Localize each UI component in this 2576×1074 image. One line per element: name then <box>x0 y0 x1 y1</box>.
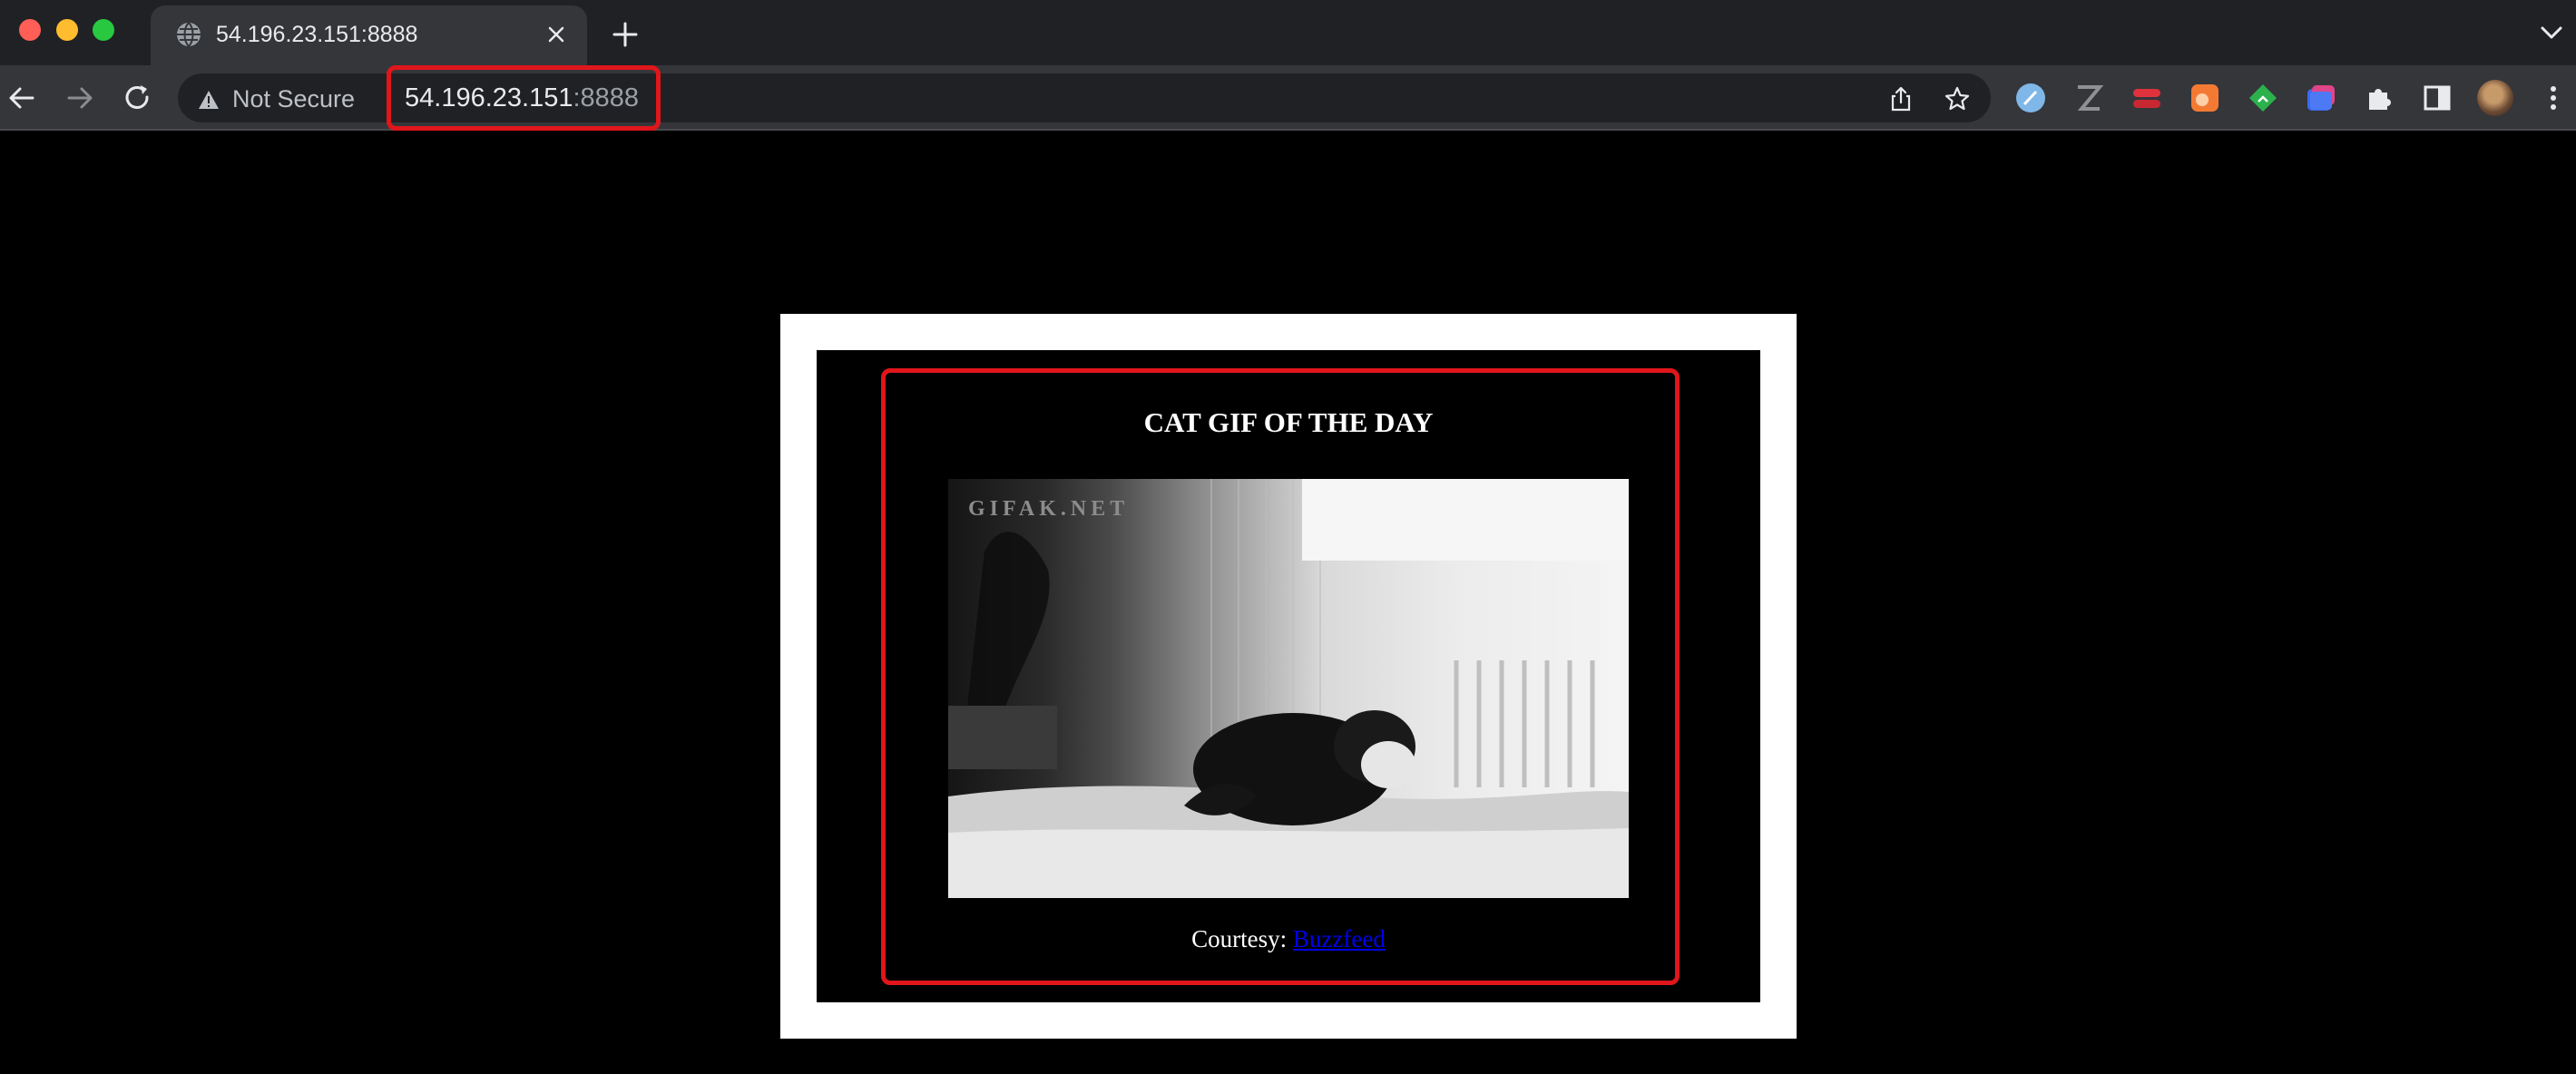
star-bookmark-icon[interactable] <box>1944 85 1971 112</box>
not-secure-label: Not Secure <box>232 85 356 112</box>
close-tab-icon[interactable] <box>543 21 570 48</box>
browser-tab[interactable]: 54.196.23.151:8888 <box>151 5 587 65</box>
sidebar-icon[interactable] <box>2421 82 2454 114</box>
feedly-extension-icon[interactable] <box>2247 82 2279 114</box>
page-frame: CAT GIF OF THE DAY GIFAK.NET Courtesy: B… <box>780 314 1797 1039</box>
profile-avatar[interactable] <box>2477 80 2513 116</box>
share-icon[interactable] <box>1887 85 1915 112</box>
puzzle-icon[interactable] <box>2363 82 2395 114</box>
more-menu-icon[interactable] <box>2537 82 2570 114</box>
maximize-window-button[interactable] <box>93 19 114 41</box>
content-highlight-box <box>881 368 1680 985</box>
forward-arrow-icon[interactable] <box>64 82 96 114</box>
reload-icon[interactable] <box>122 82 154 114</box>
orange-extension-icon[interactable] <box>2189 82 2221 114</box>
globe-icon <box>177 22 201 47</box>
url-highlight-box <box>387 65 661 131</box>
browser-title-bar: 54.196.23.151:8888 <box>0 0 2576 65</box>
zotero-extension-icon[interactable] <box>2072 82 2105 114</box>
security-indicator[interactable]: Not Secure <box>198 85 355 113</box>
close-window-button[interactable] <box>19 19 41 41</box>
lastpass-extension-icon[interactable] <box>2130 82 2163 114</box>
page-content: CAT GIF OF THE DAY GIFAK.NET Courtesy: B… <box>817 350 1760 1002</box>
back-arrow-icon[interactable] <box>5 82 38 114</box>
tab-title: 54.196.23.151:8888 <box>216 22 418 47</box>
minimize-window-button[interactable] <box>56 19 78 41</box>
tab-manager-extension-icon[interactable] <box>2305 82 2337 114</box>
new-tab-icon[interactable] <box>610 19 641 50</box>
compass-extension-icon[interactable] <box>2014 82 2047 114</box>
warning-icon <box>199 90 219 109</box>
chevron-down-icon[interactable] <box>2539 22 2564 44</box>
